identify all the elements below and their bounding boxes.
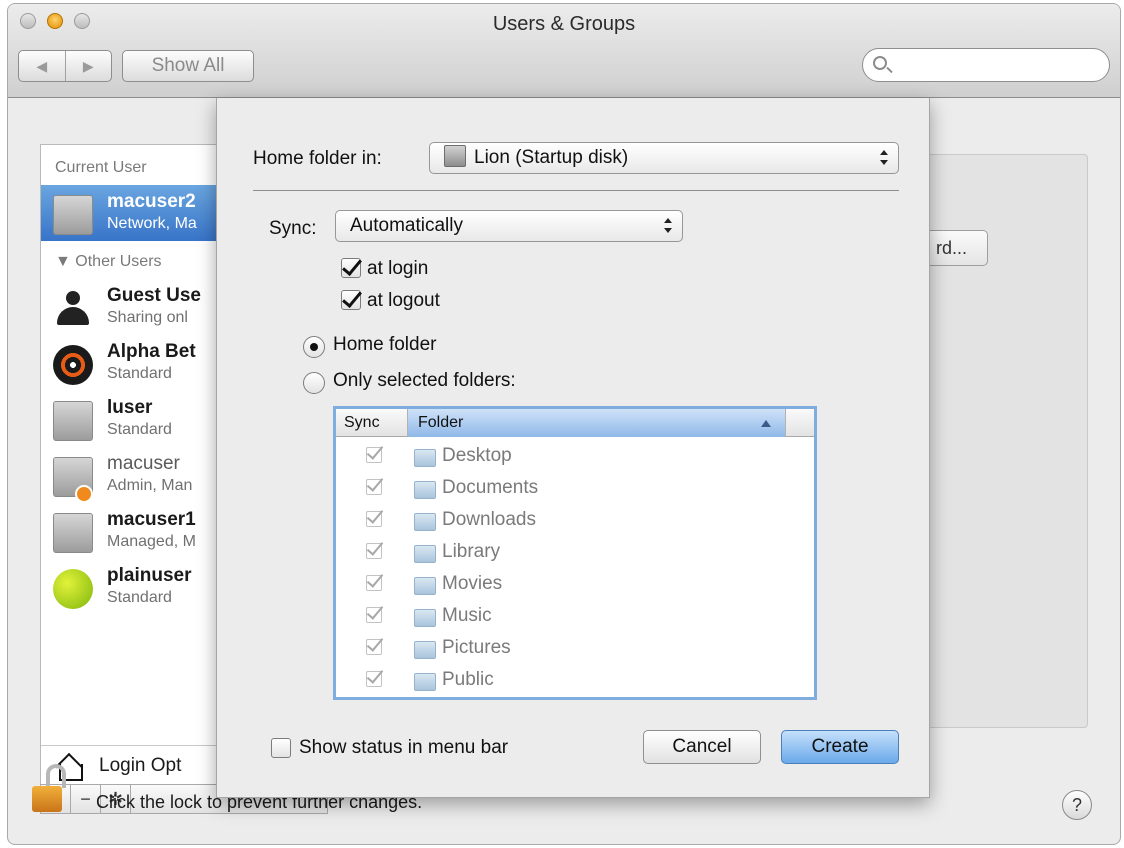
- user-role: Sharing onl: [107, 309, 188, 326]
- home-folder-radio-label: Home folder: [333, 334, 437, 355]
- folder-name: Documents: [442, 477, 539, 498]
- table-row: Public: [336, 665, 814, 697]
- disk-icon: [444, 145, 466, 167]
- tennis-ball-avatar-icon: [53, 569, 93, 609]
- folder-icon: [414, 609, 436, 627]
- user-name: luser: [107, 397, 153, 418]
- folder-icon: [414, 449, 436, 467]
- cancel-button[interactable]: Cancel: [643, 730, 761, 764]
- show-status-label: Show status in menu bar: [299, 737, 509, 758]
- sync-checkbox: [366, 669, 384, 687]
- show-all-button[interactable]: Show All: [122, 50, 254, 82]
- folder-name: Library: [442, 541, 501, 562]
- back-button[interactable]: ◀: [19, 51, 65, 81]
- home-folder-label: Home folder in:: [253, 148, 382, 169]
- sync-checkbox: [366, 605, 384, 623]
- user-name: macuser: [107, 453, 180, 474]
- sync-checkbox: [366, 477, 384, 495]
- table-row: Pictures: [336, 633, 814, 665]
- home-folder-popup[interactable]: Lion (Startup disk): [429, 142, 899, 174]
- sync-value: Automatically: [350, 215, 463, 236]
- user-name: Alpha Bet: [107, 341, 196, 362]
- table-row: Music: [336, 601, 814, 633]
- folders-table: Sync Folder Desktop Documents Downloads: [333, 406, 817, 700]
- folder-name: Music: [442, 605, 492, 626]
- show-status-checkbox[interactable]: [271, 738, 291, 758]
- popup-arrows-icon: [880, 150, 888, 166]
- sync-checkbox: [366, 509, 384, 527]
- help-button[interactable]: ?: [1062, 790, 1092, 820]
- user-role: Admin, Man: [107, 477, 193, 494]
- folder-icon: [414, 545, 436, 563]
- folder-name: Desktop: [442, 445, 512, 466]
- sync-checkbox: [366, 637, 384, 655]
- network-home-sync-sheet: Home folder in: Lion (Startup disk) Sync…: [216, 98, 930, 798]
- folder-name: Movies: [442, 573, 503, 594]
- back-forward-control: ◀ ▶: [18, 50, 112, 82]
- other-users-header[interactable]: ▼ Other Users: [55, 253, 162, 271]
- table-row: Documents: [336, 473, 814, 505]
- window-title: Users & Groups: [492, 13, 636, 35]
- current-user-header: Current User: [55, 159, 147, 176]
- folder-column-header[interactable]: Folder: [408, 409, 786, 437]
- folder-icon: [414, 481, 436, 499]
- user-role: Managed, M: [107, 533, 196, 550]
- at-login-label: at login: [367, 258, 429, 279]
- user-avatar: [53, 513, 93, 553]
- create-button[interactable]: Create: [781, 730, 899, 764]
- at-logout-checkbox[interactable]: [341, 290, 361, 310]
- login-options-label: Login Opt: [99, 755, 182, 776]
- popup-arrows-icon: [664, 218, 672, 234]
- folder-icon: [414, 513, 436, 531]
- sync-label: Sync:: [269, 218, 317, 239]
- user-name: macuser1: [107, 509, 196, 530]
- sync-checkbox: [366, 541, 384, 559]
- sync-checkbox: [366, 573, 384, 591]
- sync-column-header[interactable]: Sync: [336, 409, 408, 437]
- at-login-checkbox[interactable]: [341, 258, 361, 278]
- target-avatar-icon: [53, 345, 93, 385]
- users-groups-window: Users & Groups ◀ ▶ Show All Current User…: [8, 4, 1120, 844]
- user-name: macuser2: [107, 191, 196, 212]
- only-selected-folders-radio[interactable]: [303, 372, 325, 394]
- user-name: Guest Use: [107, 285, 201, 306]
- user-role: Standard: [107, 421, 172, 438]
- folder-name: Public: [442, 669, 494, 690]
- home-folder-radio[interactable]: [303, 336, 325, 358]
- sync-checkbox: [366, 445, 384, 463]
- table-row: Desktop: [336, 441, 814, 473]
- user-role: Network, Ma: [107, 215, 197, 232]
- home-folder-value: Lion (Startup disk): [474, 147, 629, 168]
- lock-icon[interactable]: [32, 764, 72, 814]
- table-row: Library: [336, 537, 814, 569]
- admin-badge-icon: [75, 485, 93, 503]
- sort-ascending-icon: [761, 420, 771, 427]
- folder-icon: [414, 577, 436, 595]
- user-name: plainuser: [107, 565, 192, 586]
- table-row: Downloads: [336, 505, 814, 537]
- table-row: Movies: [336, 569, 814, 601]
- user-role: Standard: [107, 589, 172, 606]
- title-bar: Users & Groups ◀ ▶ Show All: [8, 4, 1120, 98]
- search-input[interactable]: [862, 48, 1110, 82]
- user-role: Standard: [107, 365, 172, 382]
- folder-name: Pictures: [442, 637, 511, 658]
- folder-name: Downloads: [442, 509, 536, 530]
- search-icon: [873, 56, 887, 70]
- forward-button[interactable]: ▶: [64, 51, 112, 81]
- only-selected-folders-label: Only selected folders:: [333, 370, 516, 391]
- at-logout-label: at logout: [367, 290, 440, 311]
- user-avatar: [53, 401, 93, 441]
- folder-icon: [414, 641, 436, 659]
- table-header: Sync Folder: [336, 409, 814, 437]
- divider: [253, 190, 899, 191]
- folder-column-label: Folder: [418, 414, 464, 431]
- user-avatar: [53, 195, 93, 235]
- sync-popup[interactable]: Automatically: [335, 210, 683, 242]
- guest-avatar-icon: [53, 289, 93, 329]
- folder-icon: [414, 673, 436, 691]
